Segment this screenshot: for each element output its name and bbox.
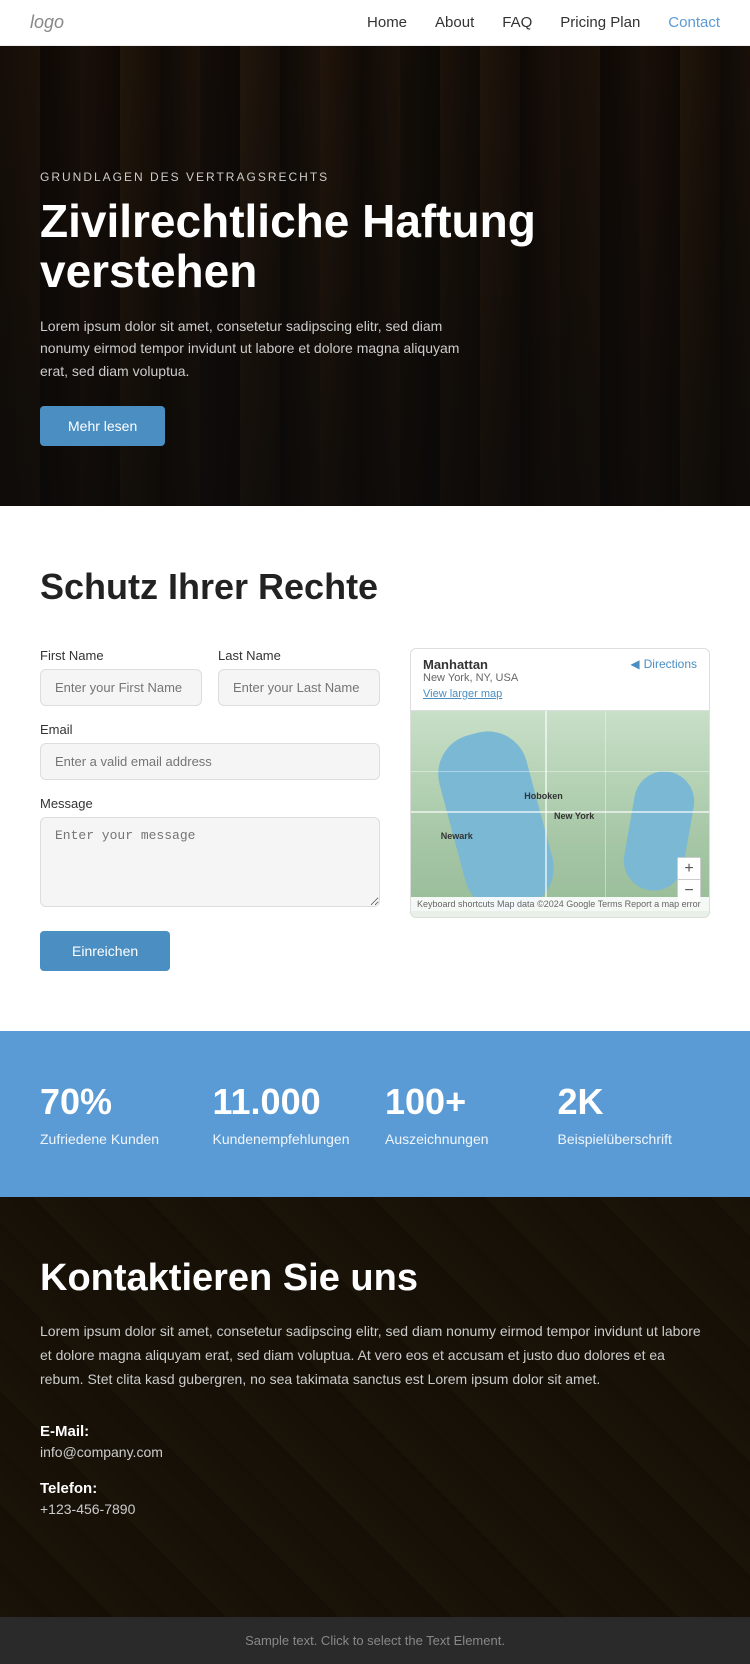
stat-number-2: 11.000 <box>213 1081 366 1123</box>
nav-pricing[interactable]: Pricing Plan <box>560 14 640 31</box>
view-larger-map-link[interactable]: View larger map <box>423 688 502 700</box>
footer-text: Sample text. Click to select the Text El… <box>40 1633 710 1648</box>
hero-content: GRUNDLAGEN DES VERTRAGSRECHTS Zivilrecht… <box>0 170 750 446</box>
message-input[interactable] <box>40 817 380 907</box>
stat-item-4: 2K Beispielüberschrift <box>558 1081 711 1147</box>
contact-info-description: Lorem ipsum dolor sit amet, consetetur s… <box>40 1320 710 1391</box>
map-water-1 <box>429 722 563 911</box>
hero-section: GRUNDLAGEN DES VERTRAGSRECHTS Zivilrecht… <box>0 46 750 506</box>
contact-body: First Name Last Name Email Message <box>40 648 710 971</box>
nav-links: Home About FAQ Pricing Plan Contact <box>367 14 720 31</box>
stat-label-3: Auszeichnungen <box>385 1131 538 1147</box>
map-zoom-in-button[interactable]: + <box>678 858 700 880</box>
map-subtitle: New York, NY, USA <box>423 672 518 684</box>
map-title: Manhattan <box>423 657 518 672</box>
email-detail-value: info@company.com <box>40 1444 710 1460</box>
phone-detail-value: +123-456-7890 <box>40 1501 710 1517</box>
email-detail: E-Mail: info@company.com <box>40 1423 710 1460</box>
phone-detail: Telefon: +123-456-7890 <box>40 1480 710 1517</box>
hero-title: Zivilrechtliche Haftung verstehen <box>40 196 710 297</box>
stats-section: 70% Zufriedene Kunden 11.000 Kundenempfe… <box>0 1031 750 1197</box>
contact-info-section: Kontaktieren Sie uns Lorem ipsum dolor s… <box>0 1197 750 1617</box>
navigation: logo Home About FAQ Pricing Plan Contact <box>0 0 750 46</box>
stat-number-3: 100+ <box>385 1081 538 1123</box>
email-row: Email <box>40 722 380 780</box>
stat-item-3: 100+ Auszeichnungen <box>385 1081 538 1147</box>
logo: logo <box>30 12 64 33</box>
hero-description: Lorem ipsum dolor sit amet, consetetur s… <box>40 315 460 382</box>
map-label-hoboken: Hoboken <box>524 791 563 801</box>
stat-number-4: 2K <box>558 1081 711 1123</box>
first-name-group: First Name <box>40 648 202 706</box>
first-name-input[interactable] <box>40 669 202 706</box>
email-group: Email <box>40 722 380 780</box>
email-label: Email <box>40 722 380 737</box>
navigation-icon: ◀ <box>630 657 639 671</box>
map-info: Manhattan New York, NY, USA View larger … <box>423 657 518 702</box>
last-name-input[interactable] <box>218 669 380 706</box>
map-footer: Keyboard shortcuts Map data ©2024 Google… <box>411 897 709 911</box>
contact-form-section: Schutz Ihrer Rechte First Name Last Name… <box>0 506 750 1031</box>
contact-info-title: Kontaktieren Sie uns <box>40 1257 710 1300</box>
nav-contact[interactable]: Contact <box>668 14 720 31</box>
stat-item-2: 11.000 Kundenempfehlungen <box>213 1081 366 1147</box>
contact-form: First Name Last Name Email Message <box>40 648 380 971</box>
map-visual: Newark New York Hoboken + − Keyboard sho… <box>411 711 709 911</box>
nav-about[interactable]: About <box>435 14 474 31</box>
last-name-group: Last Name <box>218 648 380 706</box>
hero-cta-button[interactable]: Mehr lesen <box>40 406 165 446</box>
email-detail-label: E-Mail: <box>40 1423 710 1440</box>
submit-button[interactable]: Einreichen <box>40 931 170 971</box>
email-input[interactable] <box>40 743 380 780</box>
map-road-2 <box>545 711 547 911</box>
nav-faq[interactable]: FAQ <box>502 14 532 31</box>
map-label-ny: New York <box>554 811 594 821</box>
stat-label-2: Kundenempfehlungen <box>213 1131 366 1147</box>
map-road-4 <box>605 711 606 911</box>
message-group: Message <box>40 796 380 907</box>
stat-label-1: Zufriedene Kunden <box>40 1131 193 1147</box>
last-name-label: Last Name <box>218 648 380 663</box>
message-label: Message <box>40 796 380 811</box>
map-label-newark: Newark <box>441 831 473 841</box>
footer: Sample text. Click to select the Text El… <box>0 1617 750 1664</box>
contact-info-content: Kontaktieren Sie uns Lorem ipsum dolor s… <box>40 1257 710 1517</box>
form-name-row: First Name Last Name <box>40 648 380 706</box>
nav-home[interactable]: Home <box>367 14 407 31</box>
map-header: Manhattan New York, NY, USA View larger … <box>411 649 709 711</box>
stat-label-4: Beispielüberschrift <box>558 1131 711 1147</box>
message-row: Message <box>40 796 380 907</box>
map-container: Manhattan New York, NY, USA View larger … <box>410 648 710 918</box>
stat-item-1: 70% Zufriedene Kunden <box>40 1081 193 1147</box>
hero-subtitle: GRUNDLAGEN DES VERTRAGSRECHTS <box>40 170 710 184</box>
first-name-label: First Name <box>40 648 202 663</box>
map-directions-button[interactable]: ◀ Directions <box>630 657 697 671</box>
phone-detail-label: Telefon: <box>40 1480 710 1497</box>
contact-section-heading: Schutz Ihrer Rechte <box>40 566 710 608</box>
map-road-3 <box>411 771 709 772</box>
stat-number-1: 70% <box>40 1081 193 1123</box>
